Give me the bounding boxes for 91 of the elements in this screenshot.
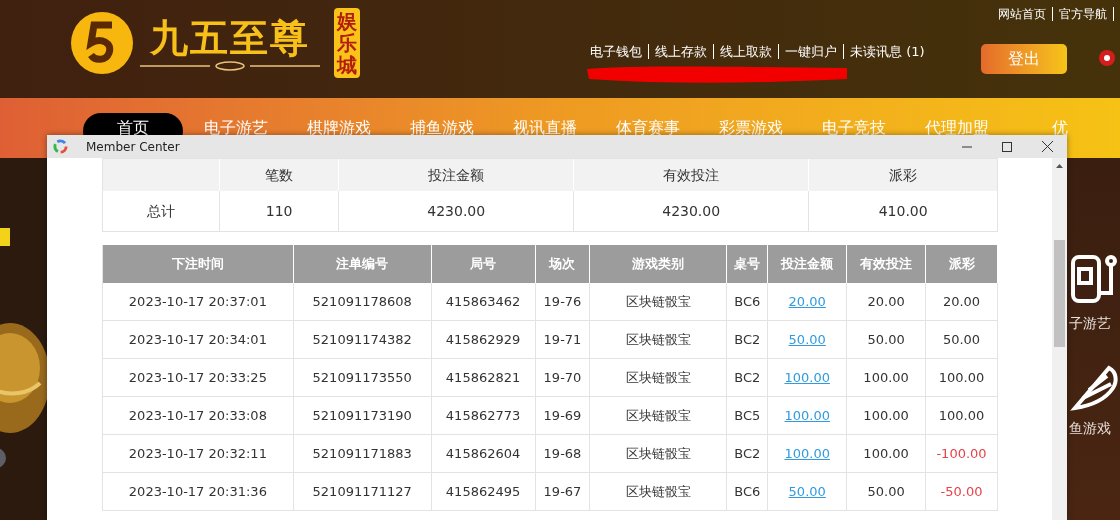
column-header: 注单编号 [293, 245, 432, 283]
table-cell-text: 415862773 [445, 406, 521, 425]
table-cell-text: 20.00 [867, 292, 905, 311]
logout-button[interactable]: 登出 [981, 44, 1067, 74]
table-cell-text: 50.00 [867, 330, 905, 349]
table-cell-text: 415862929 [445, 330, 521, 349]
table-cell-text: 50.00 [942, 330, 981, 349]
account-link[interactable]: 电子钱包 [590, 44, 648, 59]
account-link[interactable]: 线上取款 [713, 44, 778, 59]
table-cell-text: 19-67 [543, 482, 582, 501]
scrollbar-thumb[interactable] [1054, 240, 1065, 347]
table-cell-text: 2023-10-17 20:34:01 [128, 330, 267, 349]
table-cell-text: 2023-10-17 20:31:36 [128, 482, 267, 501]
bet-amount-link[interactable]: 20.00 [788, 291, 826, 312]
logo-text: 九五至尊 [150, 15, 310, 61]
bet-amount-link[interactable]: 50.00 [788, 329, 826, 350]
table-cell-text: 区块链骰宝 [625, 330, 691, 349]
table-cell-text: 521091174382 [312, 330, 412, 349]
summary-row-label: 总计 [145, 201, 176, 221]
table-cell-text: 20.00 [942, 292, 981, 311]
table-cell-text: 521091171127 [312, 482, 412, 501]
summary-cell: 410.00 [808, 191, 997, 231]
bet-amount-link[interactable]: 100.00 [784, 367, 830, 388]
scroll-up-icon[interactable] [1056, 164, 1063, 168]
account-link[interactable]: 未读讯息 (1) [843, 44, 931, 59]
flag-icon[interactable] [1099, 50, 1115, 66]
app-icon [53, 139, 68, 154]
summary-header-cell: 有效投注 [572, 159, 809, 191]
table-cell-text: 19-70 [543, 368, 582, 387]
table-cell-text: 100.00 [863, 444, 909, 463]
table-cell-text: 19-71 [543, 330, 582, 349]
table-cell-text: 521091173550 [312, 368, 412, 387]
table-cell-text: 区块链骰宝 [625, 444, 691, 463]
side-label[interactable]: 鱼游戏 [1069, 418, 1111, 439]
summary-header-cell: 投注金额 [338, 159, 573, 191]
table-cell-text: 区块链骰宝 [625, 406, 691, 425]
side-label[interactable]: 子游艺 [1069, 313, 1111, 334]
column-header: 游戏类别 [590, 245, 728, 283]
table-cell-text: 100.00 [863, 368, 909, 387]
top-link[interactable]: 网站首页 [998, 7, 1053, 21]
logo-icon [70, 11, 134, 75]
table-cell-text: BC2 [734, 444, 761, 463]
table-cell-text: BC2 [734, 368, 761, 387]
logo-badge: 娱乐城 [334, 8, 360, 78]
column-header: 桌号 [727, 245, 769, 283]
account-link[interactable]: 一键归户 [778, 44, 843, 59]
column-header: 场次 [535, 245, 591, 283]
table-cell-text: BC6 [734, 292, 761, 311]
table-cell-text: 415862604 [445, 444, 521, 463]
table-cell-text: 2023-10-17 20:37:01 [128, 292, 267, 311]
table-cell-text: 521091178608 [312, 292, 412, 311]
table-cell-text: 50.00 [867, 482, 905, 501]
table-cell-text: BC5 [734, 406, 761, 425]
summary-header-cell: 笔数 [218, 159, 339, 191]
close-icon [1041, 141, 1053, 152]
table-cell-text: 19-69 [543, 406, 582, 425]
table-cell-text: 19-76 [543, 292, 582, 311]
table-cell-text: BC6 [734, 482, 761, 501]
table-cell-text: 2023-10-17 20:33:08 [128, 406, 267, 425]
summary-cell: 4230.00 [572, 191, 809, 231]
table-cell-text: 415862495 [445, 482, 521, 501]
table-cell-text: 415862821 [445, 368, 521, 387]
summary-cell: 4230.00 [338, 191, 573, 231]
maximize-icon [1002, 141, 1012, 152]
table-cell-text: -100.00 [936, 444, 987, 463]
table-cell-text: 100.00 [938, 406, 985, 425]
table-cell-text: 415863462 [445, 292, 521, 311]
column-header: 投注金额 [768, 245, 848, 283]
column-header: 局号 [431, 245, 536, 283]
table-cell-text: 100.00 [863, 406, 909, 425]
top-link[interactable]: 官方导航 [1053, 7, 1114, 21]
table-cell-text: 区块链骰宝 [625, 292, 691, 311]
table-cell-text: 19-68 [543, 444, 582, 463]
table-cell-text: 区块链骰宝 [625, 482, 691, 501]
table-cell-text: 区块链骰宝 [625, 368, 691, 387]
bet-amount-link[interactable]: 50.00 [788, 481, 826, 502]
table-cell-text: BC2 [734, 330, 761, 349]
account-link[interactable]: 线上存款 [648, 44, 713, 59]
summary-cell: 110 [218, 191, 339, 231]
table-cell-text: 521091171883 [312, 444, 412, 463]
table-cell-text: -50.00 [940, 482, 983, 501]
column-header: 派彩 [926, 245, 998, 283]
summary-header-cell: 派彩 [808, 159, 997, 191]
table-cell-text: 2023-10-17 20:32:11 [128, 444, 267, 463]
bet-amount-link[interactable]: 100.00 [784, 443, 830, 464]
bet-amount-link[interactable]: 100.00 [784, 405, 830, 426]
table-cell-text: 100.00 [938, 368, 985, 387]
table-cell-text: 2023-10-17 20:33:25 [128, 368, 267, 387]
column-header: 有效投注 [847, 245, 927, 283]
column-header: 下注时间 [103, 245, 294, 283]
table-cell-text: 521091173190 [312, 406, 412, 425]
